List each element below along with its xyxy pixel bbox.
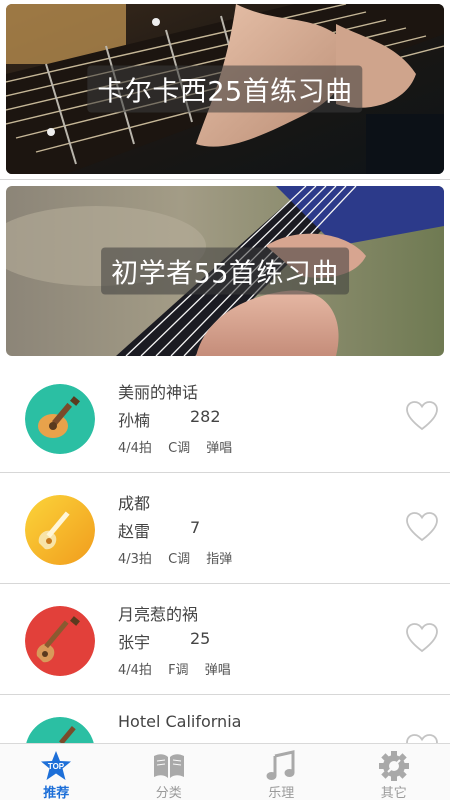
song-play-count: 25	[190, 629, 211, 648]
play-style: 弹唱	[206, 441, 233, 456]
list-item[interactable]: 成都 赵雷 7 4/3拍 C调 指弹	[0, 473, 450, 584]
top-badge-text: TOP	[48, 762, 65, 771]
divider	[0, 179, 450, 180]
song-artist: 赵雷	[118, 522, 151, 541]
tab-other[interactable]: 其它	[338, 744, 450, 800]
time-signature: 4/4拍	[118, 441, 152, 456]
time-signature: 4/3拍	[118, 552, 152, 567]
tab-label: 分类	[155, 786, 182, 800]
acoustic-guitar-avatar-icon	[25, 606, 95, 676]
song-title: Hotel California	[118, 712, 242, 731]
book-icon	[153, 754, 184, 778]
song-meta: 4/4拍 F调 弹唱	[118, 659, 243, 678]
tab-label: 乐理	[268, 786, 295, 800]
banner-title: 初学者55首练习曲	[101, 247, 349, 295]
song-key: F调	[168, 663, 189, 678]
music-note-icon	[266, 750, 295, 780]
favorite-heart-icon[interactable]	[405, 400, 439, 432]
carcassi-etudes-banner[interactable]: 卡尔卡西25首练习曲	[6, 4, 444, 174]
list-item[interactable]: 美丽的神话 孙楠 282 4/4拍 C调 弹唱	[0, 362, 450, 473]
song-play-count: 7	[190, 518, 201, 537]
song-title: 美丽的神话	[118, 383, 199, 402]
tab-label: 其它	[380, 786, 407, 800]
tab-category[interactable]: 分类	[113, 744, 226, 800]
song-meta: 4/4拍 C调 弹唱	[118, 437, 244, 456]
beginner-etudes-banner[interactable]: 初学者55首练习曲	[6, 186, 444, 356]
electric-guitar-avatar-icon	[25, 495, 95, 565]
play-style: 弹唱	[204, 663, 231, 678]
tab-label: 推荐	[43, 786, 70, 800]
song-meta: 4/3拍 C调 指弹	[118, 548, 244, 567]
favorite-heart-icon[interactable]	[405, 511, 439, 543]
top-star-icon: TOP	[41, 751, 72, 780]
song-artist: 张宇	[118, 633, 151, 652]
song-play-count: 282	[190, 407, 221, 426]
song-key: C调	[168, 552, 191, 567]
song-title: 月亮惹的祸	[118, 605, 199, 624]
banner-title: 卡尔卡西25首练习曲	[87, 65, 363, 113]
song-key: C调	[168, 441, 191, 456]
mandolin-avatar-icon	[25, 384, 95, 454]
bottom-tab-bar: TOP 推荐 分类 乐理 其它	[0, 743, 450, 800]
favorite-heart-icon[interactable]	[405, 622, 439, 654]
app-screen: 卡尔卡西25首练习曲 初学者55首练习曲 美丽的神话 孙楠 282 4/4拍 C…	[0, 0, 450, 800]
song-title: 成都	[118, 494, 151, 513]
list-item[interactable]: 月亮惹的祸 张宇 25 4/4拍 F调 弹唱	[0, 584, 450, 695]
song-list: 美丽的神话 孙楠 282 4/4拍 C调 弹唱 成都 赵雷 7 4/3拍 C调 …	[0, 362, 450, 800]
song-artist: 孙楠	[118, 411, 151, 430]
gear-icon	[378, 751, 409, 781]
play-style: 指弹	[206, 552, 233, 567]
tab-theory[interactable]: 乐理	[225, 744, 338, 800]
time-signature: 4/4拍	[118, 663, 152, 678]
tab-recommend[interactable]: TOP 推荐	[0, 744, 113, 800]
